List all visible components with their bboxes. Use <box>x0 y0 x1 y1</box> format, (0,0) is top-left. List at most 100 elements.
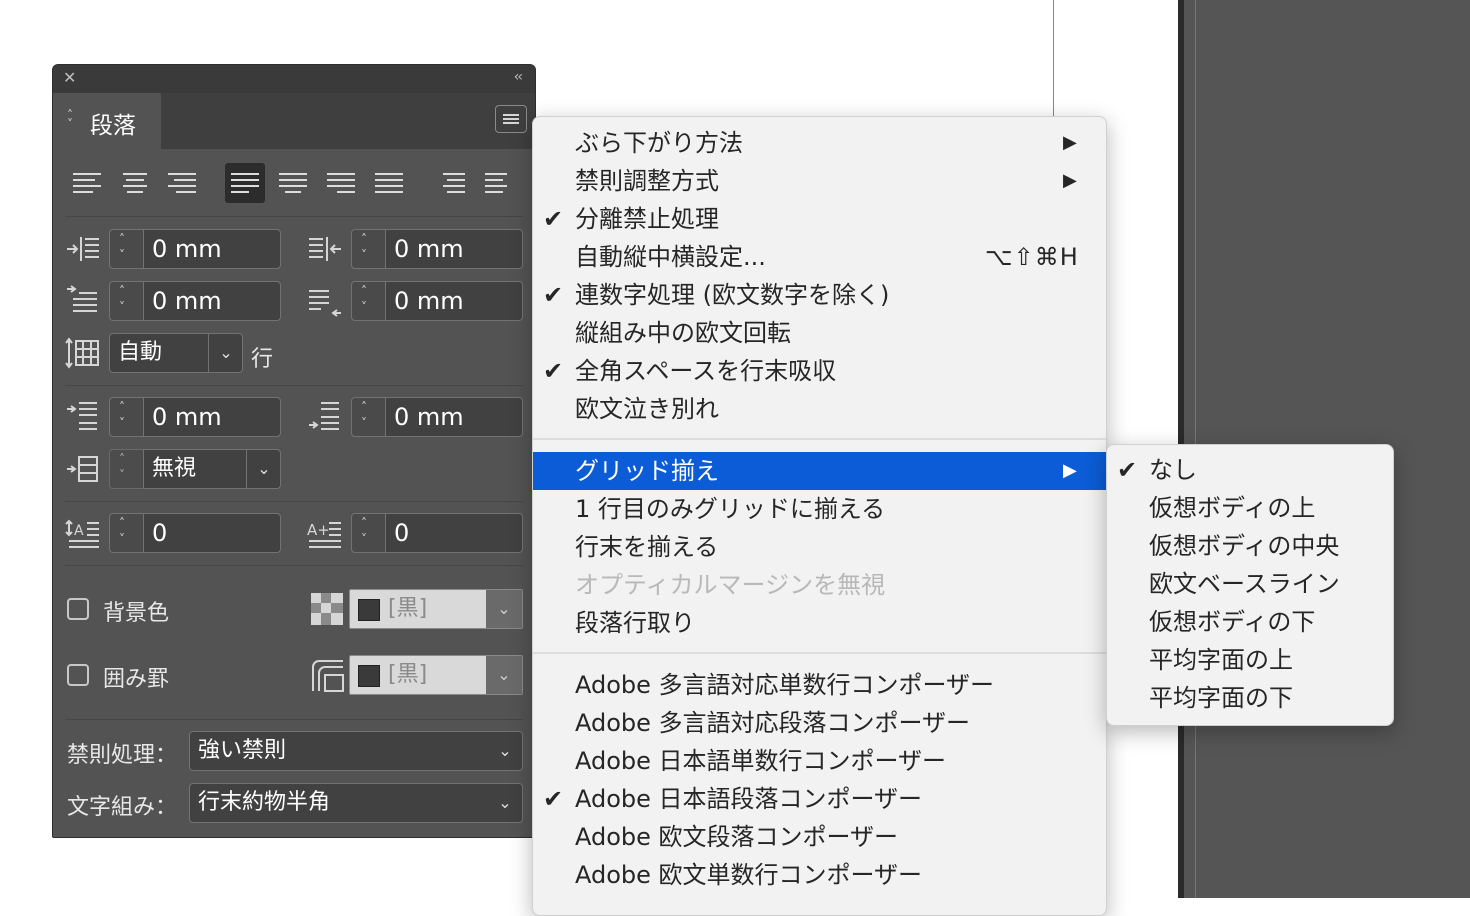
collapse-icon[interactable]: ‹‹ <box>514 69 523 85</box>
last-line-indent-stepper[interactable]: ˄ ˅ <box>351 281 385 321</box>
border-checkbox[interactable] <box>67 664 89 686</box>
line-count-select[interactable]: 自動 ⌄ <box>109 333 243 373</box>
drop-cap-lines-stepper[interactable]: ˄ ˅ <box>109 513 143 553</box>
first-line-indent-field[interactable]: 0 mm <box>143 281 281 321</box>
drop-cap-lines-icon: A <box>65 515 101 551</box>
grid-align-submenu: ✔ なし 仮想ボディの上 仮想ボディの中央 欧文ベースライン 仮想ボディの下 平… <box>1106 444 1394 726</box>
chevron-down-icon[interactable]: ⌄ <box>208 334 243 372</box>
space-after-field[interactable]: 0 mm <box>385 397 523 437</box>
chevron-down-icon[interactable]: ⌄ <box>486 656 522 694</box>
bg-color-swatch-select[interactable]: [黒] ⌄ <box>349 589 523 629</box>
chevron-down-icon[interactable]: ⌄ <box>488 784 522 822</box>
menu-item-composer-1[interactable]: Adobe 多言語対応単数行コンポーザー <box>533 666 1106 704</box>
divider <box>65 216 523 217</box>
submenu-item-em-top[interactable]: 仮想ボディの上 <box>1107 489 1393 527</box>
align-right-icon[interactable] <box>162 163 202 203</box>
submenu-item-em-bottom[interactable]: 仮想ボディの下 <box>1107 603 1393 641</box>
menu-item-composer-3[interactable]: Adobe 日本語単数行コンポーザー <box>533 742 1106 780</box>
submenu-item-em-center[interactable]: 仮想ボディの中央 <box>1107 527 1393 565</box>
menu-item-balance-lines[interactable]: 行末を揃える <box>533 528 1106 566</box>
menu-item-tatechuyoko[interactable]: 自動縦中横設定... ⌥⇧⌘H <box>533 238 1106 276</box>
menu-item-composer-5[interactable]: Adobe 欧文段落コンポーザー <box>533 818 1106 856</box>
paragraph-panel: ✕ ‹‹ ˄ ˅ 段落 ˄ ˅ 0 mm ˄ ˅ 0 mm ˄ ˅ 0 mm ˄ ˅ 0 … <box>52 64 536 838</box>
menu-separator <box>533 652 1106 654</box>
left-indent-field[interactable]: 0 mm <box>143 229 281 269</box>
shading-pattern-icon[interactable] <box>309 591 345 627</box>
align-left-icon[interactable] <box>67 163 107 203</box>
tab-paragraph[interactable]: ˄ ˅ 段落 <box>53 93 161 149</box>
checkmark-icon: ✔ <box>543 281 564 309</box>
panel-titlebar[interactable]: ✕ ‹‹ <box>53 65 535 93</box>
menu-item-span-columns[interactable]: 段落行取り <box>533 604 1106 642</box>
menu-item-zenkaku-space[interactable]: ✔ 全角スペースを行末吸収 <box>533 352 1106 390</box>
menu-item-burasagari[interactable]: ぶら下がり方法 ▶ <box>533 124 1106 162</box>
menu-item-obun-nakiwakare[interactable]: 欧文泣き別れ <box>533 390 1106 428</box>
menu-item-bunri-kinshi[interactable]: ✔ 分離禁止処理 <box>533 200 1106 238</box>
menu-item-rensuji[interactable]: ✔ 連数字処理 (欧文数字を除く) <box>533 276 1106 314</box>
space-before-icon <box>65 399 101 435</box>
shortcut-text: ⌥⇧⌘H <box>985 243 1079 271</box>
submenu-arrow-icon: ▶ <box>1063 460 1077 481</box>
checkmark-icon: ✔ <box>543 785 564 813</box>
grid-align-stepper[interactable]: ˄ ˅ <box>109 449 143 489</box>
checkmark-icon: ✔ <box>1117 456 1138 484</box>
menu-item-composer-6[interactable]: Adobe 欧文単数行コンポーザー <box>533 856 1106 894</box>
submenu-item-roman-baseline[interactable]: 欧文ベースライン <box>1107 565 1393 603</box>
space-after-icon <box>307 399 343 435</box>
drop-cap-lines-field[interactable]: 0 <box>143 513 281 553</box>
submenu-item-icf-bottom[interactable]: 平均字面の下 <box>1107 679 1393 717</box>
menu-item-composer-4[interactable]: ✔ Adobe 日本語段落コンポーザー <box>533 780 1106 818</box>
space-after-stepper[interactable]: ˄ ˅ <box>351 397 385 437</box>
justify-all-icon[interactable] <box>369 163 409 203</box>
checkmark-icon: ✔ <box>543 357 564 385</box>
kinsoku-value: 強い禁則 <box>198 738 287 763</box>
drop-cap-chars-field[interactable]: 0 <box>385 513 523 553</box>
line-count-unit: 行 <box>251 347 274 372</box>
panel-tab-row: ˄ ˅ 段落 <box>53 93 535 149</box>
kinsoku-select[interactable]: 強い禁則 ⌄ <box>189 731 523 771</box>
mojikumi-select[interactable]: 行末約物半角 ⌄ <box>189 783 523 823</box>
left-indent-stepper[interactable]: ˄ ˅ <box>109 229 143 269</box>
divider <box>65 565 523 566</box>
right-indent-field[interactable]: 0 mm <box>385 229 523 269</box>
close-icon[interactable]: ✕ <box>63 68 76 87</box>
align-away-spine-icon[interactable] <box>479 163 519 203</box>
first-line-indent-icon <box>65 283 101 319</box>
justify-center-icon[interactable] <box>273 163 313 203</box>
menu-item-roman-rotate[interactable]: 縦組み中の欧文回転 <box>533 314 1106 352</box>
space-before-stepper[interactable]: ˄ ˅ <box>109 397 143 437</box>
submenu-item-none[interactable]: ✔ なし <box>1107 451 1393 489</box>
align-towards-spine-icon[interactable] <box>431 163 471 203</box>
border-corner-icon[interactable] <box>309 657 345 693</box>
right-indent-icon <box>307 231 343 267</box>
grid-align-select[interactable]: 無視 ⌄ <box>143 449 281 489</box>
justify-left-icon[interactable] <box>225 163 265 203</box>
drop-cap-chars-stepper[interactable]: ˄ ˅ <box>351 513 385 553</box>
submenu-arrow-icon: ▶ <box>1063 170 1077 191</box>
chevron-down-icon[interactable]: ⌄ <box>246 450 281 488</box>
checkmark-icon: ✔ <box>543 205 564 233</box>
chevron-down-icon[interactable]: ⌄ <box>488 732 522 770</box>
panel-menu-button[interactable] <box>495 105 527 133</box>
border-label: 囲み罫 <box>103 667 170 692</box>
submenu-item-icf-top[interactable]: 平均字面の上 <box>1107 641 1393 679</box>
chevron-down-icon[interactable]: ⌄ <box>486 590 522 628</box>
first-line-indent-stepper[interactable]: ˄ ˅ <box>109 281 143 321</box>
submenu-arrow-icon: ▶ <box>1063 132 1077 153</box>
menu-item-grid-align[interactable]: グリッド揃え ▶ <box>533 452 1106 490</box>
menu-item-kinsoku-adjust[interactable]: 禁則調整方式 ▶ <box>533 162 1106 200</box>
last-line-indent-field[interactable]: 0 mm <box>385 281 523 321</box>
line-count-icon <box>65 335 101 371</box>
svg-text:A+: A+ <box>307 521 330 539</box>
right-indent-stepper[interactable]: ˄ ˅ <box>351 229 385 269</box>
justify-right-icon[interactable] <box>321 163 361 203</box>
color-swatch <box>358 599 380 621</box>
align-center-icon[interactable] <box>115 163 155 203</box>
border-swatch-select[interactable]: [黒] ⌄ <box>349 655 523 695</box>
panel-flyout-menu: ぶら下がり方法 ▶ 禁則調整方式 ▶ ✔ 分離禁止処理 自動縦中横設定... ⌥… <box>532 116 1107 916</box>
menu-item-first-line-grid[interactable]: 1 行目のみグリッドに揃える <box>533 490 1106 528</box>
bg-color-checkbox[interactable] <box>67 598 89 620</box>
space-before-field[interactable]: 0 mm <box>143 397 281 437</box>
menu-item-composer-2[interactable]: Adobe 多言語対応段落コンポーザー <box>533 704 1106 742</box>
border-swatch-label: [黒] <box>388 662 428 687</box>
